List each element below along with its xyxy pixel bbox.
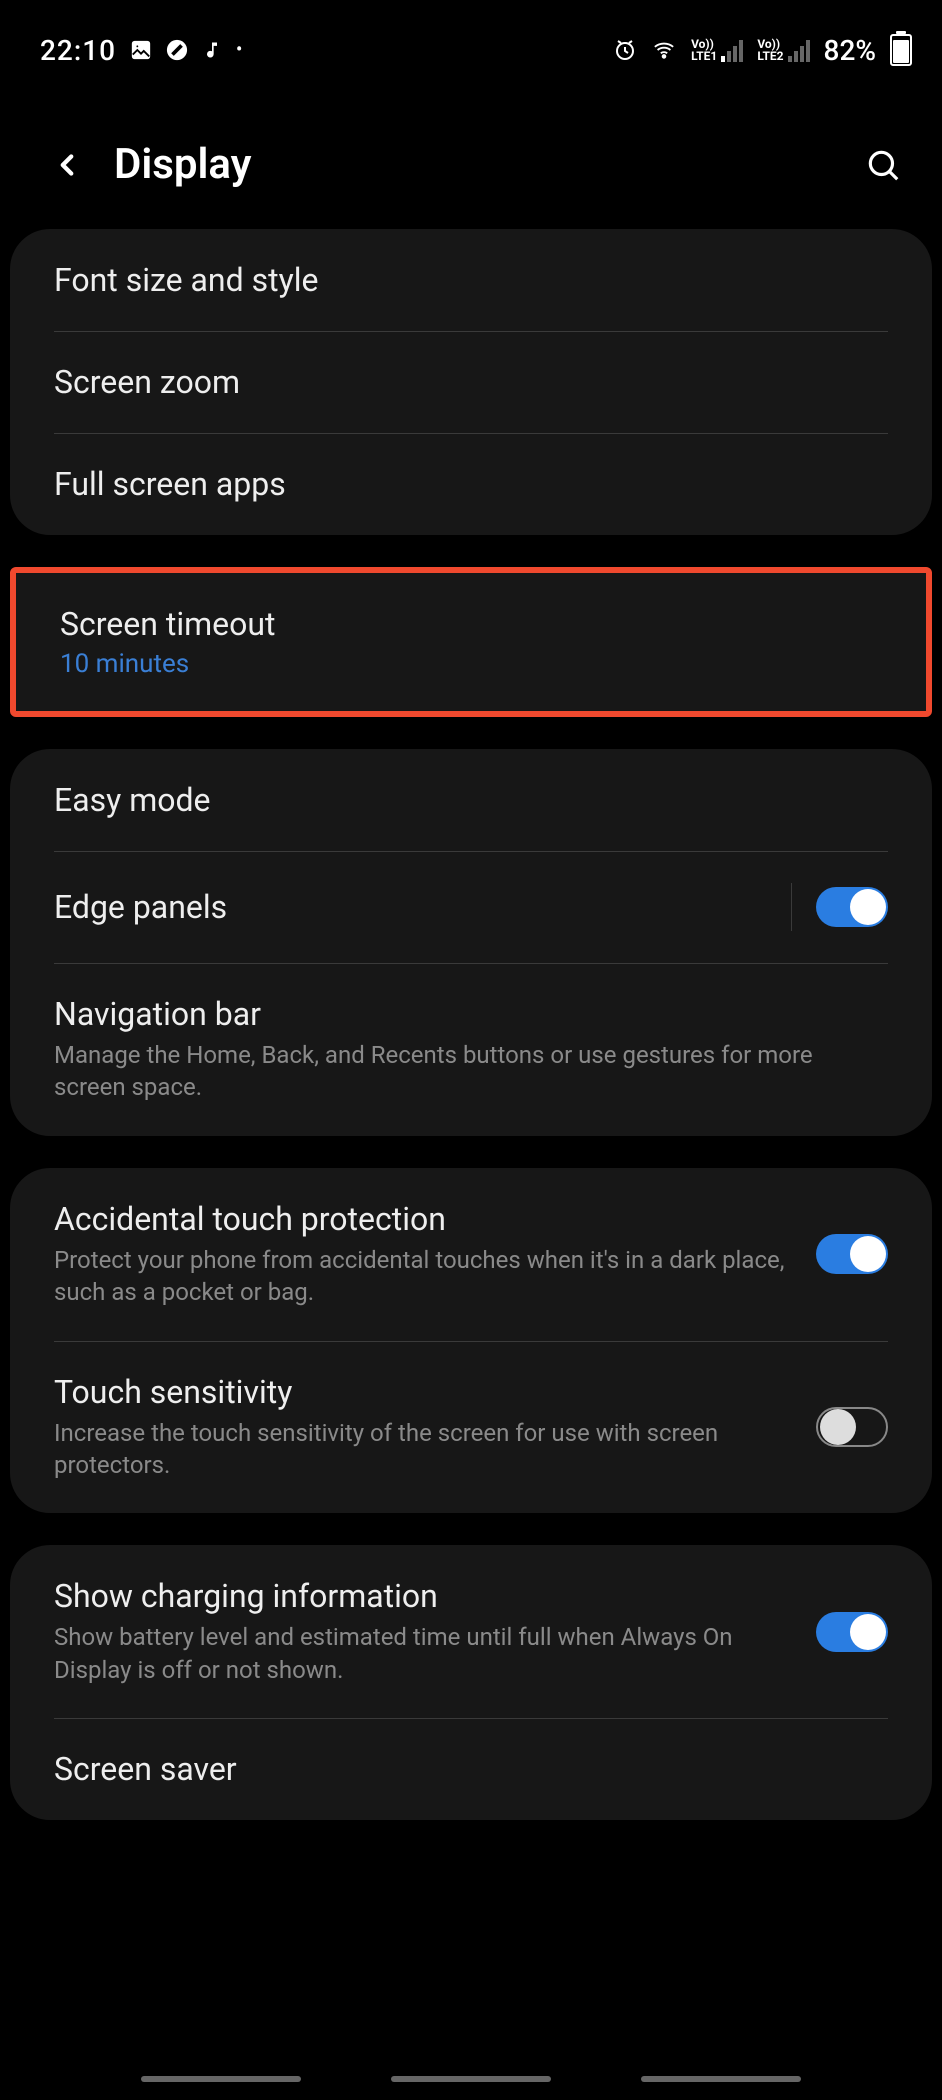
label: Full screen apps: [54, 465, 868, 503]
label: Show charging information: [54, 1577, 796, 1615]
description: Protect your phone from accidental touch…: [54, 1244, 796, 1309]
gesture-recents[interactable]: [141, 2076, 301, 2082]
gesture-home[interactable]: [391, 2076, 551, 2082]
row-charging-info[interactable]: Show charging information Show battery l…: [10, 1545, 932, 1718]
status-time: 22:10: [40, 34, 116, 67]
toggle-charging-info[interactable]: [816, 1612, 888, 1652]
page-header: Display: [0, 80, 942, 229]
row-screen-timeout[interactable]: Screen timeout 10 minutes: [16, 573, 926, 711]
toggle-edge-panels[interactable]: [816, 887, 888, 927]
row-easy-mode[interactable]: Easy mode: [10, 749, 932, 851]
status-bar: 22:10 • Vo))LTE1 Vo))LTE2 82%: [0, 0, 942, 80]
toggle-touch-sensitivity[interactable]: [816, 1407, 888, 1447]
status-left: 22:10 •: [40, 34, 242, 67]
row-full-screen-apps[interactable]: Full screen apps: [10, 433, 932, 535]
description: Increase the touch sensitivity of the sc…: [54, 1417, 796, 1482]
dnd-icon: [166, 39, 188, 61]
label: Easy mode: [54, 781, 868, 819]
row-screen-saver[interactable]: Screen saver: [10, 1718, 932, 1820]
lte1-indicator: Vo))LTE1: [691, 38, 743, 62]
row-font-size-style[interactable]: Font size and style: [10, 229, 932, 331]
image-icon: [130, 39, 152, 61]
divider: [791, 883, 792, 931]
dot-icon: •: [236, 41, 242, 59]
group-touch: Accidental touch protection Protect your…: [10, 1168, 932, 1514]
gesture-back[interactable]: [641, 2076, 801, 2082]
label: Screen zoom: [54, 363, 868, 401]
description: Show battery level and estimated time un…: [54, 1621, 796, 1686]
wifi-icon: [651, 39, 677, 61]
label: Navigation bar: [54, 995, 868, 1033]
group-modes-nav: Easy mode Edge panels Navigation bar Man…: [10, 749, 932, 1136]
lte2-indicator: Vo))LTE2: [757, 38, 809, 62]
status-right: Vo))LTE1 Vo))LTE2 82%: [613, 34, 912, 67]
description: Manage the Home, Back, and Recents butto…: [54, 1039, 868, 1104]
label: Screen timeout: [60, 605, 862, 643]
settings-content: Font size and style Screen zoom Full scr…: [0, 229, 942, 1820]
label: Edge panels: [54, 888, 771, 926]
row-screen-zoom[interactable]: Screen zoom: [10, 331, 932, 433]
row-touch-sensitivity[interactable]: Touch sensitivity Increase the touch sen…: [10, 1341, 932, 1514]
back-button[interactable]: [50, 148, 84, 182]
label: Font size and style: [54, 261, 868, 299]
gesture-nav-bar[interactable]: [0, 2076, 942, 2082]
music-icon: [202, 38, 222, 62]
battery-percent: 82%: [824, 34, 876, 67]
battery-icon: [890, 34, 912, 66]
row-navigation-bar[interactable]: Navigation bar Manage the Home, Back, an…: [10, 963, 932, 1136]
row-accidental-touch[interactable]: Accidental touch protection Protect your…: [10, 1168, 932, 1341]
group-charging-saver: Show charging information Show battery l…: [10, 1545, 932, 1820]
alarm-icon: [613, 38, 637, 62]
page-title: Display: [114, 140, 252, 189]
toggle-accidental-touch[interactable]: [816, 1234, 888, 1274]
label: Touch sensitivity: [54, 1373, 796, 1411]
group-display-basics: Font size and style Screen zoom Full scr…: [10, 229, 932, 535]
group-screen-timeout: Screen timeout 10 minutes: [10, 567, 932, 717]
label: Accidental touch protection: [54, 1200, 796, 1238]
search-button[interactable]: [864, 146, 902, 184]
label: Screen saver: [54, 1750, 868, 1788]
row-edge-panels[interactable]: Edge panels: [10, 851, 932, 963]
value: 10 minutes: [60, 649, 862, 679]
